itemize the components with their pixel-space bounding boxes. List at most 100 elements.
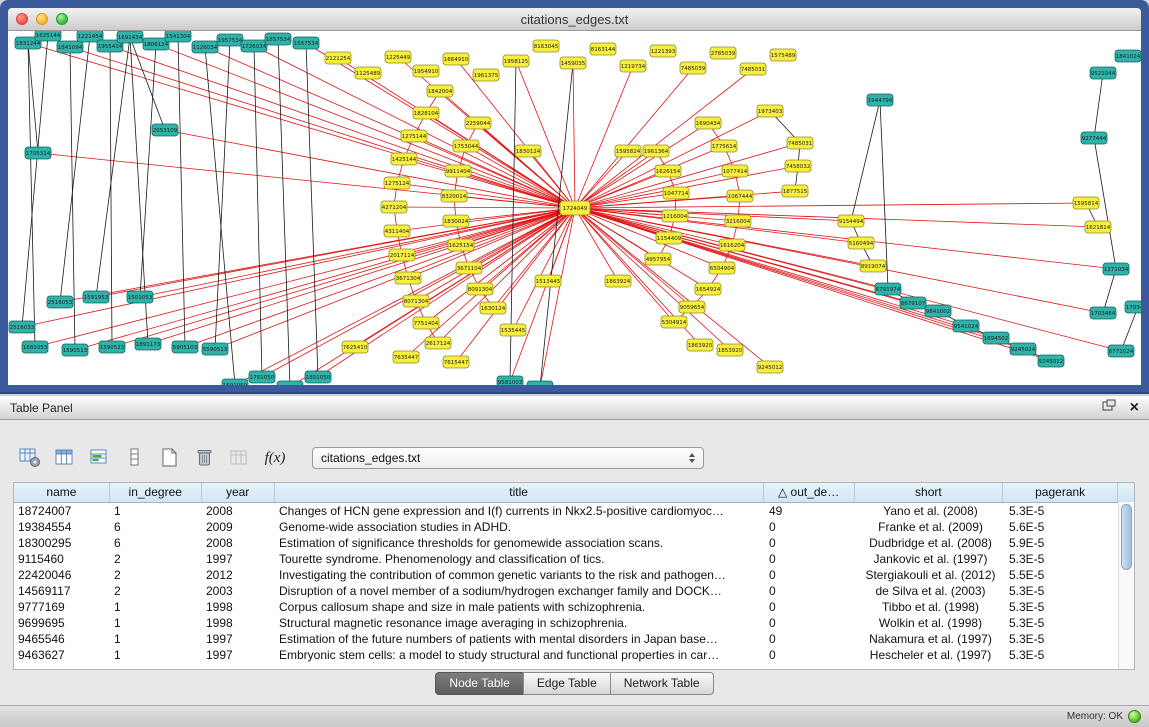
- graph-node[interactable]: 1625154: [448, 239, 474, 251]
- graph-node[interactable]: 1590523: [99, 341, 125, 353]
- import-table-icon[interactable]: [226, 445, 254, 471]
- graph-node[interactable]: 1567534: [293, 37, 319, 49]
- graph-node[interactable]: 1654924: [695, 283, 721, 295]
- close-window-button[interactable]: [16, 13, 28, 25]
- graph-node[interactable]: 1067444: [727, 190, 753, 202]
- table-row[interactable]: 2242004622012Investigating the contribut…: [14, 567, 1134, 583]
- graph-node[interactable]: 7615447: [443, 356, 469, 368]
- graph-node[interactable]: 6771024: [1108, 345, 1134, 357]
- graph-node[interactable]: 1958125: [503, 55, 529, 67]
- graph-node[interactable]: 4311404: [384, 225, 410, 237]
- graph-node[interactable]: 8320014: [441, 190, 467, 202]
- graph-node[interactable]: 1703454: [1125, 301, 1141, 313]
- graph-node[interactable]: 3671104: [456, 262, 482, 274]
- graph-node[interactable]: 1077414: [722, 165, 748, 177]
- graph-node[interactable]: 1513445: [535, 275, 561, 287]
- graph-node[interactable]: 5304914: [661, 316, 687, 328]
- minimize-window-button[interactable]: [36, 13, 48, 25]
- graph-node[interactable]: 8071304: [403, 295, 429, 307]
- graph-node[interactable]: 1595814: [1073, 197, 1099, 209]
- graph-node[interactable]: 1590513: [62, 344, 88, 356]
- table-row[interactable]: 1938455462009Genome-wide association stu…: [14, 519, 1134, 535]
- edit-table-icon[interactable]: [86, 445, 114, 471]
- float-panel-icon[interactable]: [1102, 399, 1116, 417]
- graph-node[interactable]: 7485031: [740, 63, 766, 75]
- memory-status-indicator[interactable]: [1128, 710, 1141, 723]
- network-canvas[interactable]: 1831244162514418410941221454195541416914…: [8, 31, 1141, 385]
- network-canvas-svg[interactable]: 1831244162514418410941221454195541416914…: [8, 31, 1141, 385]
- graph-node[interactable]: 1791050: [249, 371, 275, 383]
- table-row[interactable]: 969969511998Structural magnetic resonanc…: [14, 615, 1134, 631]
- graph-node[interactable]: 2259044: [465, 117, 491, 129]
- column-header-name[interactable]: name: [14, 483, 110, 502]
- graph-node[interactable]: 2053109: [152, 124, 178, 136]
- graph-node[interactable]: 1275144: [401, 130, 427, 142]
- graph-node[interactable]: 1125489: [355, 67, 381, 79]
- graph-node[interactable]: 6791974: [875, 283, 901, 295]
- table-row[interactable]: 911546021997Tourette syndrome. Phenomeno…: [14, 551, 1134, 567]
- graph-node[interactable]: 1630124: [480, 302, 506, 314]
- graph-node[interactable]: 7751404: [413, 317, 439, 329]
- function-builder-icon[interactable]: f(x): [261, 445, 289, 471]
- graph-node[interactable]: 1830124: [515, 145, 541, 157]
- graph-node[interactable]: 1126034: [192, 41, 218, 53]
- graph-node[interactable]: 1857534: [265, 33, 291, 45]
- column-header-pagerank[interactable]: pagerank: [1003, 483, 1118, 502]
- graph-node[interactable]: 2516033: [9, 321, 35, 333]
- graph-node[interactable]: 4271204: [381, 201, 407, 213]
- graph-node[interactable]: 5590513: [202, 343, 228, 355]
- graph-node[interactable]: 9911404: [445, 165, 471, 177]
- graph-node[interactable]: 9245012: [1038, 355, 1064, 367]
- graph-node[interactable]: 2516053: [47, 296, 73, 308]
- new-table-icon[interactable]: [156, 445, 184, 471]
- graph-node[interactable]: 8163045: [533, 40, 559, 52]
- graph-node[interactable]: 1626154: [655, 165, 681, 177]
- graph-node[interactable]: 1726034: [241, 40, 267, 52]
- graph-node[interactable]: 1863924: [605, 275, 631, 287]
- graph-node[interactable]: 1595824: [615, 145, 641, 157]
- graph-node[interactable]: 1954910: [413, 65, 439, 77]
- graph-node[interactable]: 1154409: [656, 232, 682, 244]
- graph-node[interactable]: 1877515: [782, 185, 808, 197]
- column-visibility-icon[interactable]: [51, 445, 79, 471]
- add-column-icon[interactable]: [121, 445, 149, 471]
- graph-node[interactable]: 1830024: [443, 215, 469, 227]
- graph-node[interactable]: 1271034: [1103, 263, 1129, 275]
- tab-node-table[interactable]: Node Table: [435, 672, 524, 695]
- graph-node[interactable]: 9154494: [838, 215, 864, 227]
- close-panel-icon[interactable]: ×: [1130, 400, 1139, 416]
- graph-node[interactable]: 2121254: [325, 52, 351, 64]
- graph-node[interactable]: 1828104: [413, 107, 439, 119]
- table-row[interactable]: 946554611997Estimation of the future num…: [14, 631, 1134, 647]
- graph-node[interactable]: 1724049: [560, 201, 590, 215]
- graph-node[interactable]: 1625144: [35, 31, 61, 41]
- graph-node[interactable]: 5905103: [172, 341, 198, 353]
- graph-node[interactable]: 1225449: [385, 51, 411, 63]
- graph-node[interactable]: 1616204: [719, 239, 745, 251]
- graph-node[interactable]: 1541304: [165, 31, 191, 42]
- graph-node[interactable]: 1841094: [57, 41, 83, 53]
- graph-node[interactable]: 9521044: [1090, 67, 1116, 79]
- graph-node[interactable]: 1591953: [83, 291, 109, 303]
- graph-node[interactable]: 8091304: [467, 283, 493, 295]
- tab-edge-table[interactable]: Edge Table: [523, 672, 611, 695]
- graph-node[interactable]: 9245012: [757, 361, 783, 373]
- graph-node[interactable]: 1841024: [1115, 50, 1141, 62]
- graph-node[interactable]: 1775614: [711, 140, 737, 152]
- graph-node[interactable]: 1691434: [117, 31, 143, 43]
- graph-node[interactable]: 1842004: [427, 85, 453, 97]
- graph-node[interactable]: 1753044: [453, 140, 479, 152]
- graph-node[interactable]: 1957534: [217, 34, 243, 46]
- graph-node[interactable]: 9841002: [925, 305, 951, 317]
- graph-node[interactable]: 1961364: [643, 145, 669, 157]
- graph-node[interactable]: 8919074: [860, 260, 886, 272]
- graph-node[interactable]: 1705314: [25, 147, 51, 159]
- graph-node[interactable]: 7625410: [342, 341, 368, 353]
- graph-node[interactable]: 2017114: [389, 249, 415, 261]
- graph-node[interactable]: 1891050: [305, 371, 331, 383]
- table-row[interactable]: 1456911722003Disruption of a novel membe…: [14, 583, 1134, 599]
- table-settings-icon[interactable]: [16, 445, 44, 471]
- graph-node[interactable]: 1219734: [620, 60, 646, 72]
- graph-node[interactable]: 1591050: [222, 379, 248, 385]
- graph-node[interactable]: 9581103: [527, 381, 553, 385]
